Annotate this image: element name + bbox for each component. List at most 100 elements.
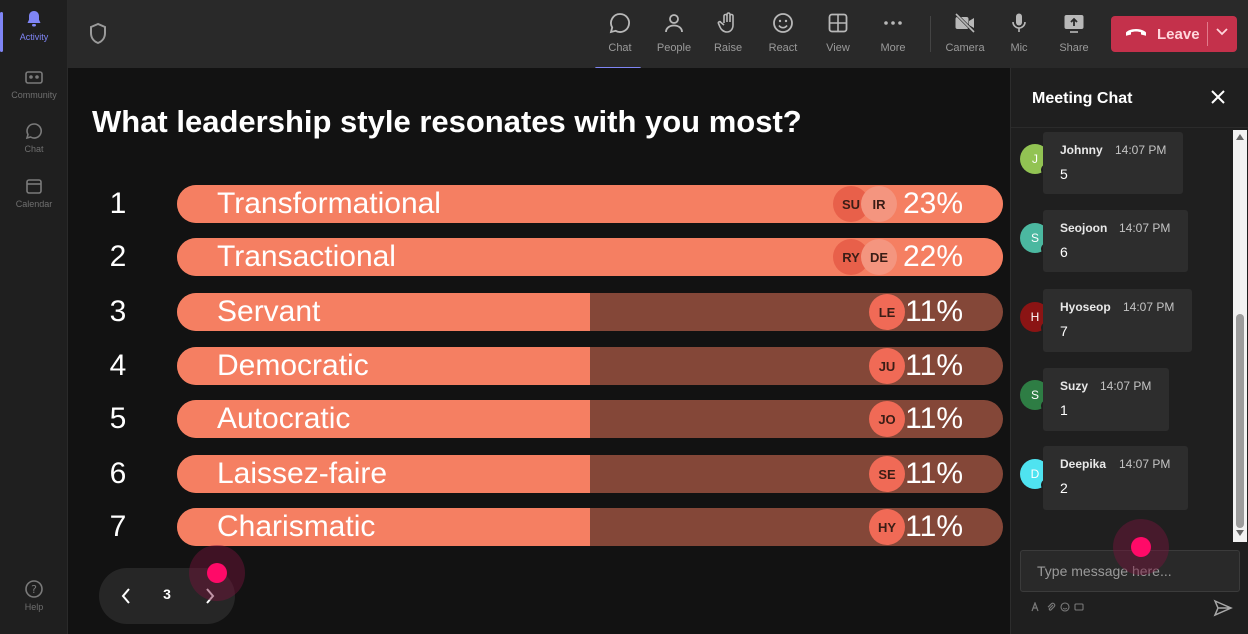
message-time: 14:07 PM: [1115, 143, 1167, 157]
voter-avatar: JO: [869, 401, 905, 437]
message-author: Johnny: [1060, 143, 1103, 157]
message-time: 14:07 PM: [1123, 300, 1175, 314]
send-icon[interactable]: [1213, 598, 1233, 618]
poll-option: 5 Autocratic JO 11%: [68, 398, 1010, 438]
share-screen-icon: [1061, 10, 1087, 36]
chat-scrollbar[interactable]: [1233, 130, 1247, 542]
toolbar-view-button[interactable]: View: [811, 10, 865, 62]
attach-icon[interactable]: [1046, 602, 1056, 612]
toolbar-people-button[interactable]: People: [647, 10, 701, 62]
voter-avatar: SE: [869, 456, 905, 492]
chat-message[interactable]: Suzy 14:07 PM 1: [1043, 368, 1169, 431]
poll-option-number: 2: [109, 240, 127, 273]
voter-avatar: IR: [861, 186, 897, 222]
rail-item-help[interactable]: ? Help: [0, 578, 68, 632]
shared-content-stage: What leadership style resonates with you…: [68, 68, 1010, 634]
chat-message[interactable]: Hyoseop 14:07 PM 7: [1043, 289, 1192, 352]
poll-option: 1 Transformational SU IR 23%: [68, 183, 1010, 223]
voter-avatar: HY: [869, 509, 905, 545]
format-icon[interactable]: [1031, 601, 1041, 612]
chat-icon: [23, 120, 45, 142]
leave-button[interactable]: Leave: [1111, 16, 1237, 52]
community-icon: [23, 66, 45, 88]
message-text: 2: [1060, 480, 1068, 496]
chevron-left-icon[interactable]: [115, 584, 137, 608]
gif-icon[interactable]: [1074, 602, 1084, 612]
close-icon[interactable]: [1209, 88, 1227, 106]
message-author: Suzy: [1060, 379, 1089, 393]
poll-option-name: Servant: [217, 295, 321, 328]
rail-item-community[interactable]: Community: [0, 66, 68, 120]
help-icon: ?: [23, 578, 45, 600]
voter-avatar: DE: [861, 239, 897, 275]
message-time: 14:07 PM: [1119, 221, 1171, 235]
poll-option: 4 Democratic JU 11%: [68, 345, 1010, 385]
poll-option-number: 7: [109, 510, 127, 543]
meeting-chat-panel: Meeting Chat J Johnny 14:07 PM 5 S Seojo…: [1010, 68, 1248, 634]
toolbar-raise-button[interactable]: Raise: [701, 10, 755, 62]
toolbar-mic-button[interactable]: Mic: [992, 10, 1046, 62]
poll-option-name: Transformational: [217, 187, 441, 220]
scrollbar-thumb[interactable]: [1236, 314, 1244, 528]
poll-option-name: Autocratic: [217, 402, 351, 435]
rail-item-label: Help: [24, 602, 44, 612]
poll-option-number: 1: [109, 187, 127, 220]
poll-option: 3 Servant LE 11%: [68, 291, 1010, 331]
mic-icon: [1006, 10, 1032, 36]
poll-bar: Servant LE 11%: [177, 293, 1003, 331]
toolbar-chat-button[interactable]: Chat: [593, 10, 647, 70]
svg-text:?: ?: [31, 583, 37, 596]
toolbar-label: React: [768, 42, 798, 54]
poll-option-name: Laissez-faire: [217, 457, 388, 490]
toolbar-more-button[interactable]: More: [866, 10, 920, 62]
toolbar-label: People: [656, 42, 692, 54]
message-author: Seojoon: [1060, 221, 1108, 235]
message-author: Deepika: [1060, 457, 1107, 471]
poll-bar: Transformational SU IR 23%: [177, 185, 1003, 223]
chat-message[interactable]: Deepika 14:07 PM 2: [1043, 446, 1188, 510]
scroll-down-arrow-icon[interactable]: [1236, 530, 1244, 536]
poll-option-number: 3: [109, 295, 127, 328]
chat-title: Meeting Chat: [1032, 90, 1133, 107]
rail-item-label: Chat: [24, 144, 44, 154]
scroll-up-arrow-icon[interactable]: [1236, 134, 1244, 140]
poll-option-number: 4: [109, 349, 127, 382]
toolbar-label: Share: [1059, 42, 1089, 54]
toolbar-label: More: [880, 42, 906, 54]
calendar-icon: [23, 175, 45, 197]
poll-option-percent: 23%: [902, 187, 963, 220]
chat-message[interactable]: Johnny 14:07 PM 5: [1043, 132, 1183, 194]
poll-question: What leadership style resonates with you…: [92, 104, 802, 139]
toolbar-react-button[interactable]: React: [756, 10, 810, 62]
poll-bar: Transactional RY DE 22%: [177, 238, 1003, 276]
voter-avatar: JU: [869, 348, 905, 384]
poll-option: 6 Laissez-faire SE 11%: [68, 453, 1010, 493]
avatar-initial: S: [1030, 231, 1039, 245]
poll-option-percent: 11%: [905, 402, 963, 435]
rail-item-calendar[interactable]: Calendar: [0, 175, 68, 229]
poll-bar: Laissez-faire SE 11%: [177, 455, 1003, 493]
toolbar-label: Chat: [608, 42, 632, 54]
rail-item-activity[interactable]: Activity: [0, 8, 68, 62]
chevron-down-icon[interactable]: [1215, 24, 1229, 41]
avatar-initial: J: [1032, 152, 1038, 166]
message-time: 14:07 PM: [1100, 379, 1152, 393]
poll-option-name: Charismatic: [217, 510, 376, 543]
shield-icon[interactable]: [88, 22, 108, 46]
poll-option-number: 6: [109, 457, 127, 490]
hang-up-icon: [1125, 28, 1149, 40]
message-text: 7: [1060, 323, 1068, 339]
pointer-indicator: [189, 545, 245, 601]
poll-option-number: 5: [109, 402, 127, 435]
toolbar-camera-button[interactable]: Camera: [938, 10, 992, 62]
pointer-indicator: [1113, 519, 1169, 575]
emoji-icon[interactable]: [1060, 602, 1070, 612]
chat-header: Meeting Chat: [1011, 68, 1248, 128]
raise-hand-icon: [715, 10, 741, 36]
toolbar-label: View: [826, 42, 850, 54]
avatar-initial: S: [1030, 388, 1039, 402]
app-rail: Activity Community Chat Calendar ? Help: [0, 0, 68, 634]
chat-message[interactable]: Seojoon 14:07 PM 6: [1043, 210, 1188, 272]
rail-item-chat[interactable]: Chat: [0, 120, 68, 174]
toolbar-share-button[interactable]: Share: [1047, 10, 1101, 62]
